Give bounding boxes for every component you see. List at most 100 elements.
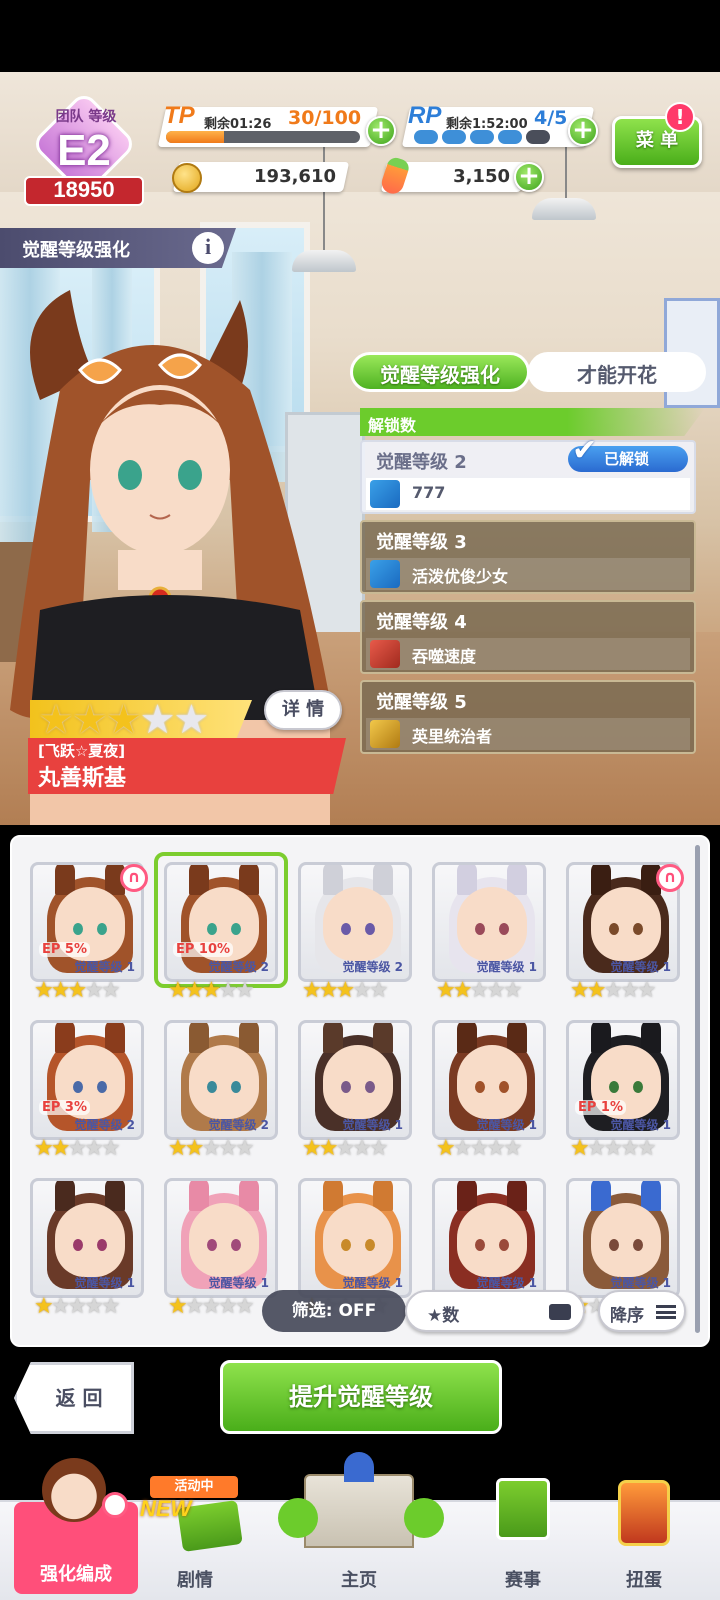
nav-gacha[interactable]: 扭蛋 [582,1480,706,1600]
ep-badge: EP 10% [173,942,234,957]
roster-card[interactable]: EP 10% 觉醒等级 2 ★★★★★ [154,852,288,1003]
awakening-skill-name: 英里统治者 [412,727,493,746]
roster-stars: ★★★★★ [302,1138,389,1162]
building-roof-icon [344,1452,374,1482]
awakening-level-label: 觉醒等级 1 [74,960,135,974]
roster-card[interactable]: EP 5% 觉醒等级 1 ∩ ★★★★★ [30,862,148,1004]
back-label: 返 回 [55,1386,103,1410]
tab-talent-bloom[interactable]: 才能开花 [528,352,706,392]
awakening-level-card[interactable]: 觉醒等级 3 活泼优俊少女 [360,520,696,594]
filter-toggle[interactable]: 筛选: OFF [262,1290,406,1332]
eye [633,923,643,935]
awakening-level-card[interactable]: 觉醒等级 4 吞噬速度 [360,600,696,674]
nav-home[interactable]: 主页 [254,1452,464,1600]
school-building-icon [304,1474,414,1548]
awakening-level-card[interactable]: 觉醒等级 5 英里统治者 [360,680,696,754]
rarity-star-icon: ★ [234,978,255,1003]
roster-portrait: 觉醒等级 2 [298,862,412,982]
rp-pip [470,130,494,144]
back-button[interactable]: 返 回 [14,1362,134,1434]
rarity-star-icon: ★ [502,978,523,1003]
awakening-level-label: 觉醒等级 1 [342,1118,403,1132]
tp-label: TP [164,102,195,129]
eye [231,1239,241,1251]
rarity-star-icon: ★ [38,697,74,743]
rp-pips [414,130,564,146]
rp-pip [442,130,466,144]
awakening-level-label: 觉醒等级 2 [74,1118,135,1132]
nav-race[interactable]: 赛事 [468,1478,578,1600]
face [457,1203,527,1277]
ep-badge: EP 1% [575,1100,627,1115]
roster-card[interactable]: 觉醒等级 1 ★★★★★ [432,1020,546,1160]
ear [189,865,209,895]
unlocked-badge-label: 已解锁 [604,450,650,468]
upgrade-awakening-button[interactable]: 提升觉醒等级 [220,1360,502,1434]
roster-portrait: 觉醒等级 1 [30,1178,144,1298]
roster-card[interactable]: 觉醒等级 1 ★★★★★ [298,1020,412,1160]
tp-add-button[interactable]: + [366,116,396,146]
roster-card[interactable]: EP 1% 觉醒等级 1 ★★★★★ [566,1020,680,1160]
roster-portrait: 觉醒等级 1 [298,1178,412,1298]
sort-order-button[interactable]: 降序 [598,1290,686,1332]
face [189,1045,259,1119]
awakening-level-label: 觉醒等级 1 [610,1118,671,1132]
eye [207,1239,217,1251]
eye [73,1081,83,1093]
coin-amount: 193,610 [254,166,336,187]
event-ongoing-badge: 活动中 [150,1476,238,1498]
horseshoe-icon [102,1492,128,1518]
eye [499,1239,509,1251]
rarity-star-icon: ★ [502,1136,523,1161]
roster-card[interactable]: 觉醒等级 1 ★★★★★ [164,1178,278,1318]
tp-progress-track [166,131,360,143]
eye [365,923,375,935]
roster-portrait: 觉醒等级 1 [298,1020,412,1140]
roster-card[interactable]: 觉醒等级 2 ★★★★★ [298,862,412,1002]
eye [207,923,217,935]
ear [507,1023,527,1053]
rp-add-button[interactable]: + [568,116,598,146]
rarity-star-icon: ★ [100,1294,121,1319]
rarity-star-icon: ★ [368,978,389,1003]
roster-scrollbar[interactable] [695,845,700,1333]
info-icon[interactable]: i [192,232,224,264]
awakening-skill-row: 活泼优俊少女 [366,558,690,590]
roster-card[interactable]: EP 3% 觉醒等级 2 ★★★★★ [30,1020,144,1160]
eye [475,1239,485,1251]
roster-card[interactable]: 觉醒等级 1 ★★★★★ [30,1178,144,1318]
ear [105,1023,125,1053]
awakening-level-card[interactable]: 觉醒等级 2 777 ✔ 已解锁 [360,436,696,514]
team-rank-badge[interactable]: 团队 等级 E2 18950 [14,90,154,212]
ear [239,865,259,895]
horseshoe-icon: ∩ [656,864,684,892]
sort-key-label: ★数 [427,1306,460,1326]
roster-portrait: 觉醒等级 1 [432,1020,546,1140]
nav-enhance[interactable]: 强化编成 [14,1458,138,1594]
awakening-level-label: 觉醒等级 1 [610,960,671,974]
tab-awakening[interactable]: 觉醒等级强化 [350,352,530,392]
roster-stars: ★★★★★ [34,1294,121,1320]
eye [499,1081,509,1093]
ear [591,1181,611,1211]
detail-button[interactable]: 详 情 [264,690,342,730]
roster-stars: ★★★★★ [302,978,389,1004]
awakening-level-label: 觉醒等级 2 [342,960,403,974]
ear [239,1181,259,1211]
roster-stars: ★★★★★ [34,978,121,1004]
roster-portrait: 觉醒等级 1 [432,862,546,982]
roster-card[interactable]: 觉醒等级 2 ★★★★★ [164,1020,278,1160]
nav-story[interactable]: 活动中 NEW 剧情 [140,1476,250,1600]
rarity-star-icon: ★ [234,1136,255,1161]
menu-notification-badge: ! [665,102,695,132]
rarity-star-icon: ★ [100,1136,121,1161]
coin-icon [172,163,202,193]
rp-value: 4/5 [534,107,568,129]
rarity-star-icon: ★ [100,978,121,1003]
roster-card[interactable]: 觉醒等级 1 ∩ ★★★★★ [566,862,684,1002]
roster-card[interactable]: 觉醒等级 1 ★★★★★ [432,862,546,1002]
carrot-add-button[interactable]: + [514,162,544,192]
eye [609,1239,619,1251]
sort-key-button[interactable]: ★数 [405,1290,585,1332]
awakening-level-label: 觉醒等级 1 [476,1276,537,1290]
